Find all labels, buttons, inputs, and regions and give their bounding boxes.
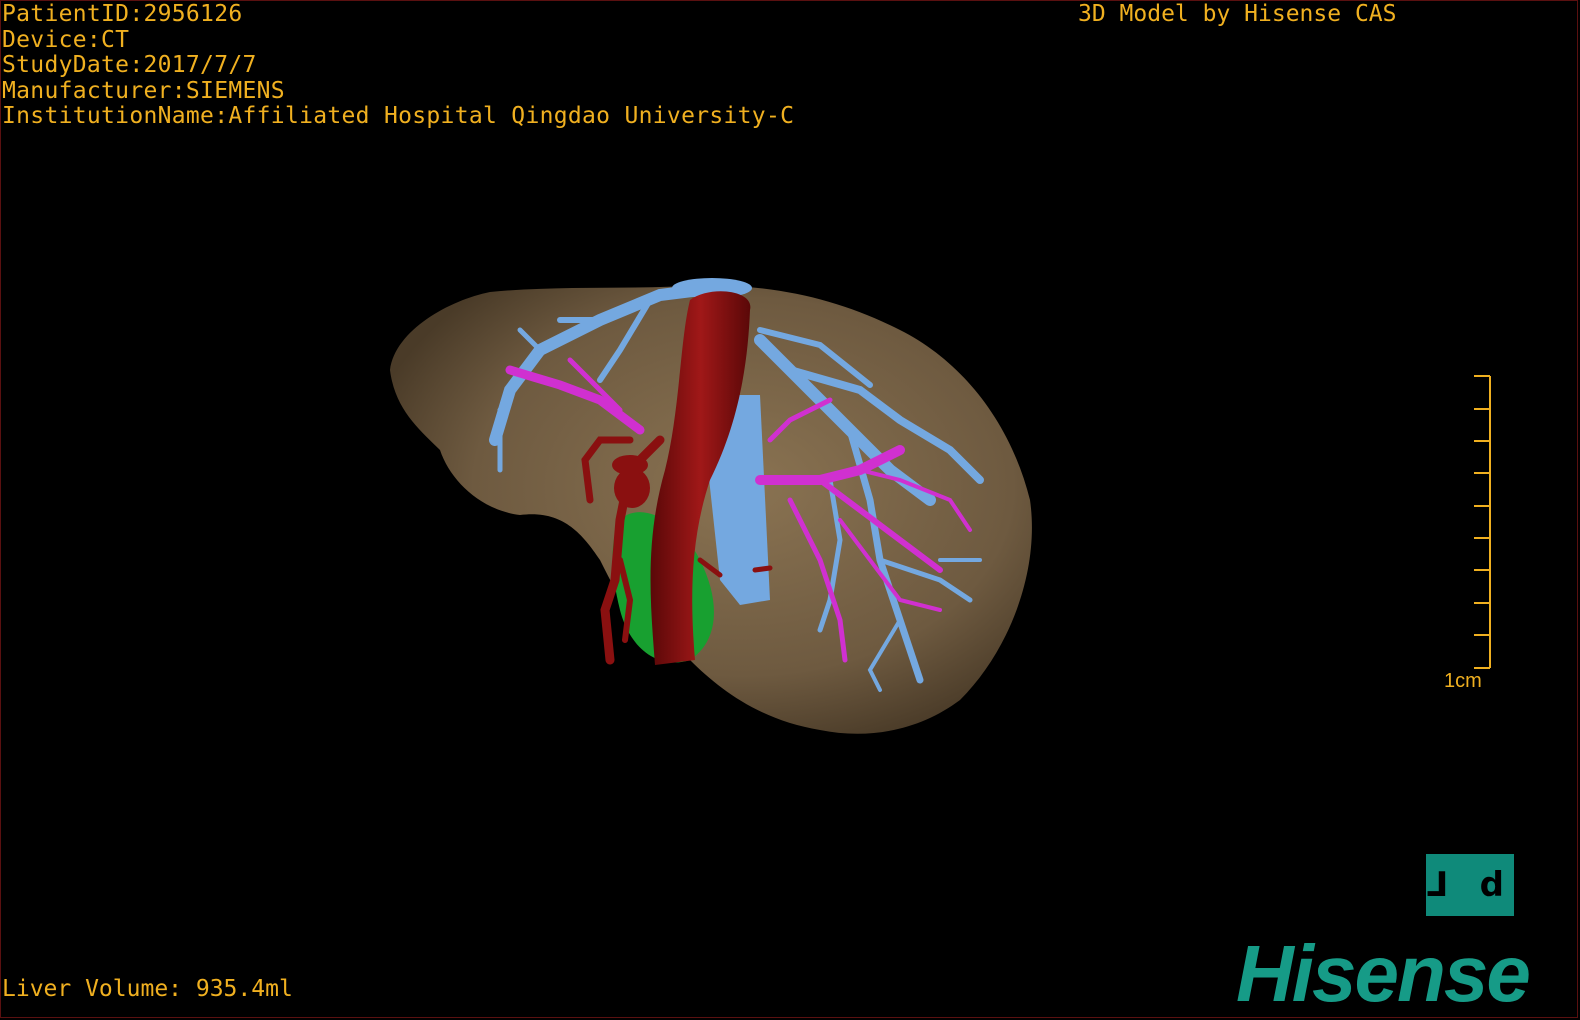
hisense-logo: Hisense	[1236, 929, 1531, 1018]
model-credit: 3D Model by Hisense CAS	[1078, 1, 1397, 27]
liver-3d-model[interactable]	[0, 0, 1580, 1020]
scale-bar	[1474, 375, 1491, 669]
study-date: StudyDate:2017/7/7	[2, 52, 257, 78]
dicom-info-overlay: PatientID:2956126 Device:CT StudyDate:20…	[2, 1, 795, 130]
device: Device:CT	[2, 26, 130, 53]
orientation-cube-icon[interactable]: ⅃ d	[1426, 854, 1514, 916]
liver-volume: Liver Volume: 935.4ml	[2, 976, 293, 1002]
institution-name: InstitutionName:Affiliated Hospital Qing…	[2, 103, 795, 129]
scale-bar-label: 1cm	[1444, 670, 1482, 692]
patient-id: PatientID:2956126	[2, 1, 243, 27]
manufacturer: Manufacturer:SIEMENS	[2, 77, 285, 104]
